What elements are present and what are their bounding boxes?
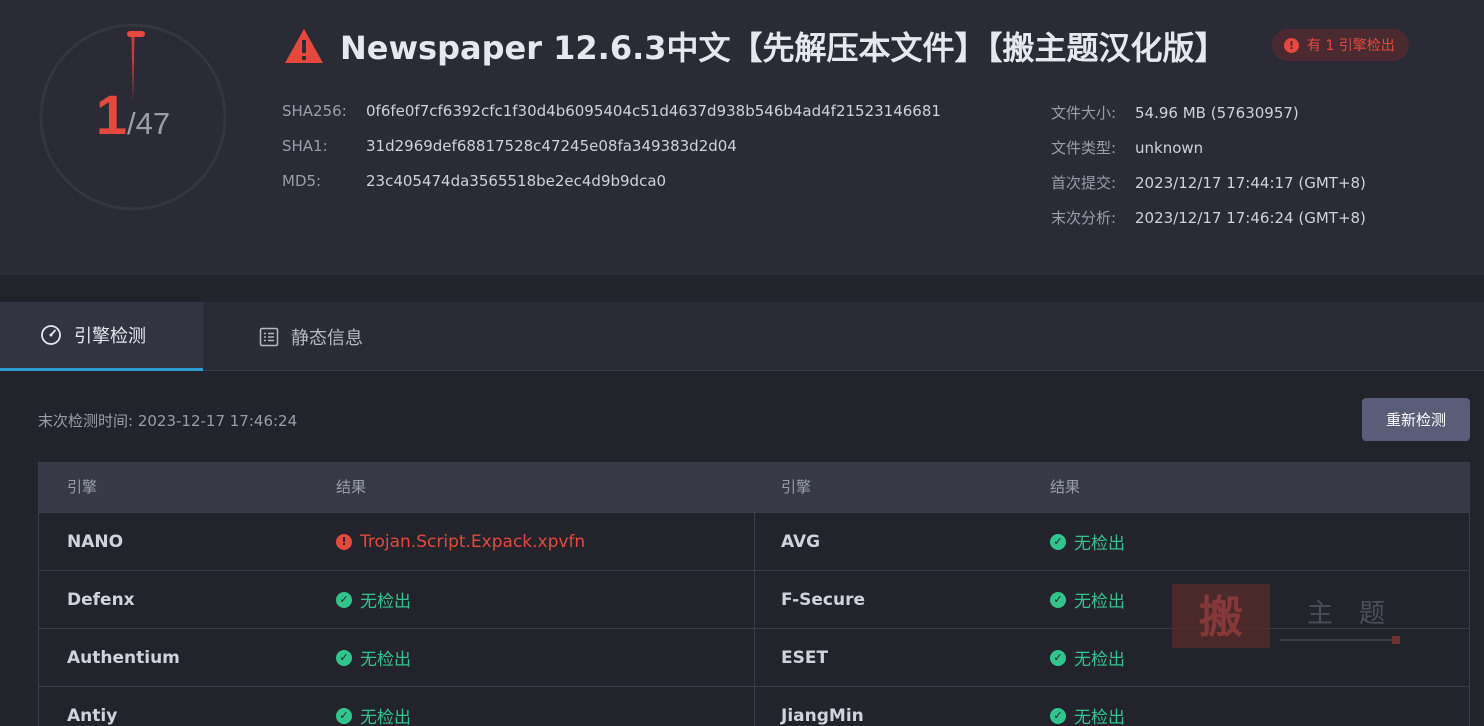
column-divider	[754, 571, 755, 629]
engine-result: ✓ 无检出	[336, 571, 411, 628]
engine-result: ✓ 无检出	[1050, 571, 1125, 628]
detection-badge: ! 有 1 引擎检出	[1272, 29, 1409, 61]
warning-icon	[285, 29, 323, 63]
check-icon: ✓	[336, 591, 352, 608]
engine-results-table: 引擎 结果 引擎 结果 NANO ! Trojan.Script.Expack.x…	[38, 462, 1470, 726]
tab-bar: 引擎检测 静态信息	[0, 302, 1484, 371]
last-analysis-label: 末次分析:	[1051, 209, 1117, 227]
result-text: 无检出	[360, 708, 411, 726]
engine-result: ✓ 无检出	[1050, 513, 1125, 570]
file-size-value: 54.96 MB (57630957)	[1135, 104, 1299, 122]
check-icon: ✓	[1050, 591, 1066, 608]
engine-name: F-Secure	[781, 589, 866, 610]
detected-count: 1	[95, 83, 128, 146]
result-text: Trojan.Script.Expack.xpvfn	[360, 531, 586, 552]
engine-name: Defenx	[67, 589, 135, 610]
sha1-row: SHA1: 31d2969def68817528c47245e08fa349383…	[282, 137, 737, 155]
engine-result: ✓ 无检出	[336, 687, 411, 726]
sha256-label: SHA256:	[282, 102, 347, 120]
total-engines: /47	[127, 106, 171, 141]
sha1-value: 31d2969def68817528c47245e08fa349383d2d04	[366, 137, 737, 155]
file-summary-header: 1/47 Newspaper 12.6.3中文【先解压本文件】【搬主题汉化版】 …	[0, 0, 1484, 275]
last-scan-time: 末次检测时间: 2023-12-17 17:46:24	[38, 412, 298, 430]
file-title: Newspaper 12.6.3中文【先解压本文件】【搬主题汉化版】	[340, 29, 1227, 67]
file-type-label: 文件类型:	[1051, 139, 1117, 157]
first-submit-value: 2023/12/17 17:44:17 (GMT+8)	[1135, 174, 1366, 192]
result-text: 无检出	[1074, 592, 1125, 612]
md5-row: MD5: 23c405474da3565518be2ec4d9b9dca0	[282, 172, 666, 190]
table-header: 引擎 结果 引擎 结果	[39, 463, 1469, 512]
tab-static-info[interactable]: 静态信息	[203, 302, 406, 371]
engine-name: Authentium	[67, 647, 180, 668]
engine-name: JiangMin	[781, 705, 864, 726]
tab-engine-detection-label: 引擎检测	[74, 326, 146, 347]
check-icon: ✓	[336, 707, 352, 724]
file-type-row: 文件类型: unknown	[1051, 137, 1203, 158]
table-row: Defenx ✓ 无检出 F-Secure ✓ 无检出	[39, 570, 1469, 629]
sha1-label: SHA1:	[282, 137, 328, 155]
first-submit-row: 首次提交: 2023/12/17 17:44:17 (GMT+8)	[1051, 172, 1366, 193]
md5-label: MD5:	[282, 172, 322, 190]
check-icon: ✓	[336, 649, 352, 666]
file-type-value: unknown	[1135, 139, 1204, 157]
engine-name: Antiy	[67, 705, 118, 726]
engine-name: NANO	[67, 531, 124, 552]
sha256-row: SHA256: 0f6fe0f7cf6392cfc1f30d4b6095404c5…	[282, 102, 941, 120]
engine-name: AVG	[781, 531, 821, 552]
check-icon: ✓	[1050, 649, 1066, 666]
detection-count: 1/47	[38, 82, 228, 147]
result-text: 无检出	[360, 650, 411, 670]
header-engine-right: 引擎	[781, 478, 812, 496]
alert-icon: !	[1284, 37, 1299, 53]
document-list-icon	[259, 327, 279, 346]
sha256-value: 0f6fe0f7cf6392cfc1f30d4b6095404c51d4637d…	[366, 102, 941, 120]
column-divider	[754, 687, 755, 726]
detection-badge-label: 有 1 引擎检出	[1307, 38, 1395, 54]
file-size-row: 文件大小: 54.96 MB (57630957)	[1051, 102, 1299, 123]
table-row: NANO ! Trojan.Script.Expack.xpvfn AVG ✓ 无检…	[39, 512, 1469, 571]
result-text: 无检出	[1074, 534, 1125, 554]
alert-icon: !	[336, 533, 352, 550]
gauge-icon	[41, 325, 61, 345]
file-size-label: 文件大小:	[1051, 104, 1117, 122]
table-row: Authentium ✓ 无检出 ESET ✓ 无检出	[39, 628, 1469, 687]
last-analysis-value: 2023/12/17 17:46:24 (GMT+8)	[1135, 209, 1366, 227]
first-submit-label: 首次提交:	[1051, 174, 1117, 192]
header-engine-left: 引擎	[67, 478, 98, 496]
engine-result: ✓ 无检出	[1050, 687, 1125, 726]
tab-engine-detection[interactable]: 引擎检测	[0, 302, 203, 371]
engine-result: ✓ 无检出	[1050, 629, 1125, 686]
result-text: 无检出	[1074, 708, 1125, 726]
column-divider	[754, 629, 755, 687]
result-text: 无检出	[360, 592, 411, 612]
check-icon: ✓	[1050, 707, 1066, 724]
result-text: 无检出	[1074, 650, 1125, 670]
title-row: Newspaper 12.6.3中文【先解压本文件】【搬主题汉化版】	[284, 24, 1255, 68]
engine-result: ✓ 无检出	[336, 629, 411, 686]
rescan-button[interactable]: 重新检测	[1362, 398, 1470, 441]
header-result-left: 结果	[336, 478, 367, 496]
last-analysis-row: 末次分析: 2023/12/17 17:46:24 (GMT+8)	[1051, 207, 1366, 228]
md5-value: 23c405474da3565518be2ec4d9b9dca0	[366, 172, 667, 190]
engine-name: ESET	[781, 647, 829, 668]
header-result-right: 结果	[1050, 478, 1081, 496]
engine-result: ! Trojan.Script.Expack.xpvfn	[336, 513, 585, 570]
table-row: Antiy ✓ 无检出 JiangMin ✓ 无检出	[39, 686, 1469, 726]
tab-static-info-label: 静态信息	[291, 327, 363, 349]
column-divider	[754, 513, 755, 571]
check-icon: ✓	[1050, 533, 1066, 550]
